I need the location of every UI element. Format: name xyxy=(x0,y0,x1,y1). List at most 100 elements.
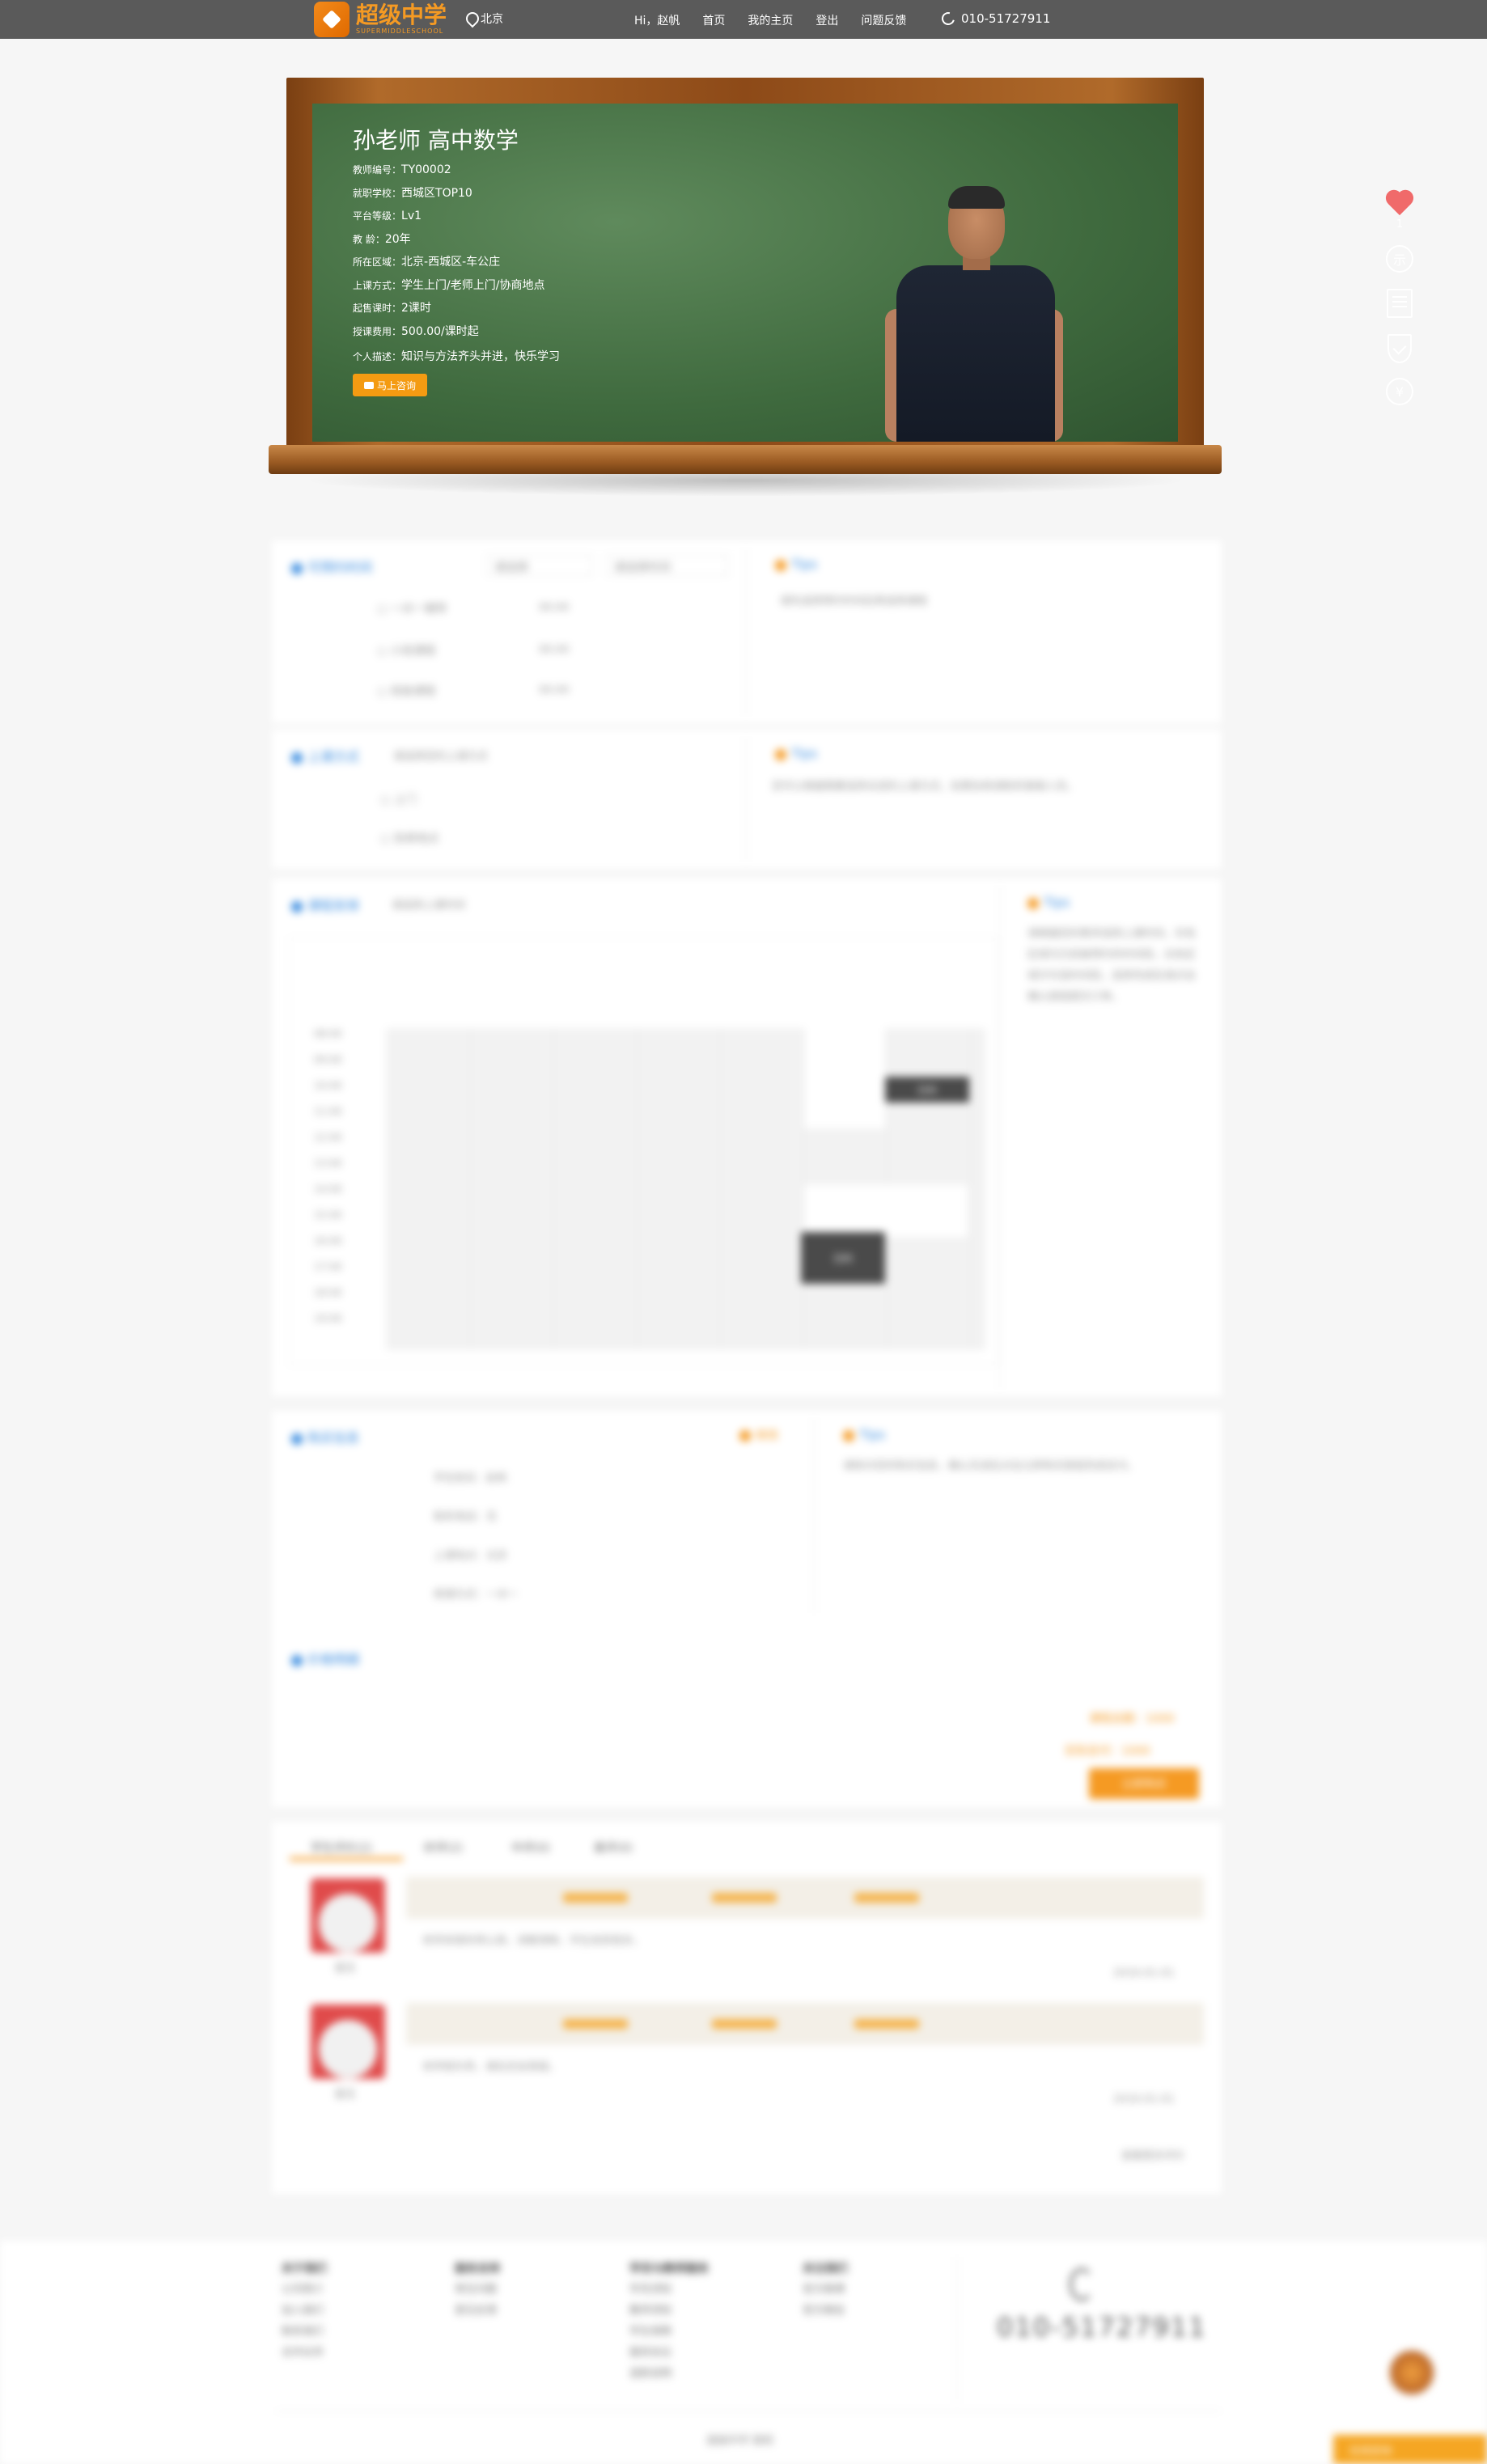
footer-column: 服务支持 常见问题 意见反馈 xyxy=(455,2259,500,2322)
footer-link[interactable]: 学员须知 xyxy=(629,2280,709,2301)
nav-feedback[interactable]: 问题反馈 xyxy=(861,12,906,28)
online-consult-bar[interactable]: 在线咨询 xyxy=(1333,2435,1487,2464)
footer-link[interactable]: 官方微信 xyxy=(803,2301,848,2322)
tips-text: 请核对您的购买信息，确认无误后点击立即购买按钮完成支付。 xyxy=(843,1460,1138,1472)
footer-link[interactable]: 联系我们 xyxy=(282,2322,327,2343)
section-icon xyxy=(291,900,303,912)
buy-now-button[interactable]: 立即购买 xyxy=(1089,1768,1199,1799)
nav-home[interactable]: 首页 xyxy=(702,12,725,28)
teacher-info: 教师编号：TY00002 就职学校：西城区TOP10 平台等级：Lv1 教 龄：… xyxy=(353,159,544,343)
rating-stars xyxy=(854,2019,919,2029)
heart-icon[interactable] xyxy=(1385,191,1414,217)
phone-number: 010-51727911 xyxy=(961,11,1051,26)
time-select-2[interactable]: 请选择时间 xyxy=(607,555,728,576)
purchase-info-item: 联系电话：无 xyxy=(434,1511,498,1523)
tips-text: 请根据您的需求选择上课时间，灰色区域为已经被预约的时间段，白色区域为可选时间段，… xyxy=(1027,928,1197,1003)
footer-column: 关于我们 公司简介 加入我们 联系我们 合作伙伴 xyxy=(282,2259,327,2364)
course-item[interactable]: ○ 班级课程 xyxy=(377,683,436,699)
like-count: 1 xyxy=(1396,218,1404,231)
price-actual: 实际支付：1000 xyxy=(1065,1745,1150,1758)
method-item[interactable]: ○ 上门 xyxy=(380,791,417,807)
footer-link[interactable]: 公司简介 xyxy=(282,2280,327,2301)
city-label: 北京 xyxy=(481,13,503,26)
edit-link[interactable]: 修改 xyxy=(739,1427,778,1443)
schedule-slot-free[interactable] xyxy=(804,1185,968,1237)
schedule-time: 16:00 xyxy=(314,1235,342,1247)
info-value: 2课时 xyxy=(401,302,431,315)
footer-link[interactable]: 合作伙伴 xyxy=(282,2343,327,2364)
review-tab-good[interactable]: 好评(2) xyxy=(424,1840,463,1856)
review-tab-mid[interactable]: 中评(0) xyxy=(511,1840,550,1856)
city-selector[interactable]: 北京 xyxy=(466,11,503,27)
footer-heading: 关注我们 xyxy=(803,2263,848,2276)
section-title-text: 价格明细 xyxy=(307,1652,360,1667)
site-logo[interactable]: 超级中学 SUPERMIDDLESCHOOL xyxy=(314,2,447,37)
footer-hotline: 010-51727911 xyxy=(997,2312,1207,2343)
info-row: 教 龄：20年 xyxy=(353,228,544,252)
rating-stars xyxy=(712,1893,777,1903)
info-row: 教师编号：TY00002 xyxy=(353,159,544,182)
rating-stars xyxy=(712,2019,777,2029)
teacher-actions: 1 示 ¥ xyxy=(1383,191,1416,405)
schedule-slot-booked[interactable]: 已约 xyxy=(885,1077,969,1103)
document-icon[interactable] xyxy=(1387,289,1413,318)
course-item[interactable]: ○ 小班课程 xyxy=(377,642,436,658)
phone-icon xyxy=(939,10,957,28)
top-navigation-bar: 超级中学 SUPERMIDDLESCHOOL 北京 Hi，赵帆 首页 我的主页 … xyxy=(0,0,1487,39)
schedule-time-column: 08:00 09:00 10:00 11:00 12:00 13:00 14:0… xyxy=(314,1028,387,1339)
section-icon xyxy=(291,1654,303,1666)
section-note: 请选择您的上课方式 xyxy=(393,751,489,763)
shield-icon[interactable] xyxy=(1387,334,1412,363)
phone-icon xyxy=(1070,2268,1094,2301)
chat-icon xyxy=(363,381,374,389)
footer-column: 学员与教师服务 学员须知 教师须知 学生保障 服务协议 退款说明 xyxy=(629,2259,709,2385)
time-select-1[interactable]: 请选择 xyxy=(487,555,592,576)
nav-my-home[interactable]: 我的主页 xyxy=(748,12,793,28)
tips-text: 您可以根据需要选择合适的上课方式，如需协商请联系客服人员。 xyxy=(772,781,1078,793)
info-key: 起售课时： xyxy=(353,303,402,314)
divider xyxy=(1000,887,1001,1388)
method-item[interactable]: ○ 协商地点 xyxy=(380,830,439,846)
info-value: TY00002 xyxy=(401,163,451,176)
footer-link[interactable]: 服务协议 xyxy=(629,2343,709,2364)
yen-icon[interactable]: ¥ xyxy=(1386,378,1413,405)
schedule-slot-booked[interactable]: 已约 xyxy=(801,1232,885,1284)
purchase-info-card: 购买信息 修改 学生姓名：赵帆 联系电话：无 上课地点：北京 授课方式：一对一 … xyxy=(272,1411,1222,1807)
footer-link[interactable]: 学生保障 xyxy=(629,2322,709,2343)
location-pin-icon xyxy=(466,12,476,25)
footer-link[interactable]: 意见反馈 xyxy=(455,2301,500,2322)
more-reviews-link[interactable]: 查看更多评价 xyxy=(1121,2147,1184,2162)
lesson-method-card: 上课方式 请选择您的上课方式 ○ 上门 ○ 协商地点 Tips 您可以根据需要选… xyxy=(272,730,1222,869)
course-item-label: 小班课程 xyxy=(390,645,436,658)
service-avatar-icon[interactable] xyxy=(1390,2351,1434,2394)
review-text: 老师很负责，课后还会答疑。 xyxy=(422,2061,560,2073)
course-item[interactable]: ○ 一对一辅导 xyxy=(377,600,447,616)
review-tab-bad[interactable]: 差评(0) xyxy=(594,1840,633,1856)
footer xyxy=(0,2241,1487,2464)
consult-button[interactable]: 马上咨询 xyxy=(353,374,427,396)
active-tab-indicator xyxy=(290,1857,403,1861)
method-item-label: 协商地点 xyxy=(393,832,439,845)
review-tab-all[interactable]: 学生评价(2) xyxy=(311,1840,372,1856)
tips-title: Tips xyxy=(775,746,817,761)
nav-logout[interactable]: 登出 xyxy=(816,12,838,28)
schedule-slot-free[interactable] xyxy=(804,1028,885,1128)
info-key: 教师编号： xyxy=(353,164,402,176)
footer-link[interactable]: 常见问题 xyxy=(455,2280,500,2301)
purchase-info-item: 授课方式：一对一 xyxy=(434,1589,519,1601)
info-key: 平台等级： xyxy=(353,210,402,222)
info-key: 教 龄： xyxy=(353,233,385,245)
show-icon[interactable]: 示 xyxy=(1386,245,1413,273)
course-time: 00:00 xyxy=(539,602,570,614)
section-title-text: 上课方式 xyxy=(307,749,360,764)
section-title: 可预约时间 xyxy=(291,557,372,576)
nav-greeting[interactable]: Hi，赵帆 xyxy=(634,12,680,28)
footer-link[interactable]: 退款说明 xyxy=(629,2364,709,2385)
rating-stars xyxy=(563,1893,628,1903)
info-row: 所在区域：北京-西城区-车公庄 xyxy=(353,251,544,274)
schedule-time: 19:00 xyxy=(314,1313,342,1324)
footer-link[interactable]: 加入我们 xyxy=(282,2301,327,2322)
footer-link[interactable]: 官方微博 xyxy=(803,2280,848,2301)
tips-title: Tips xyxy=(775,557,817,572)
footer-link[interactable]: 教师须知 xyxy=(629,2301,709,2322)
